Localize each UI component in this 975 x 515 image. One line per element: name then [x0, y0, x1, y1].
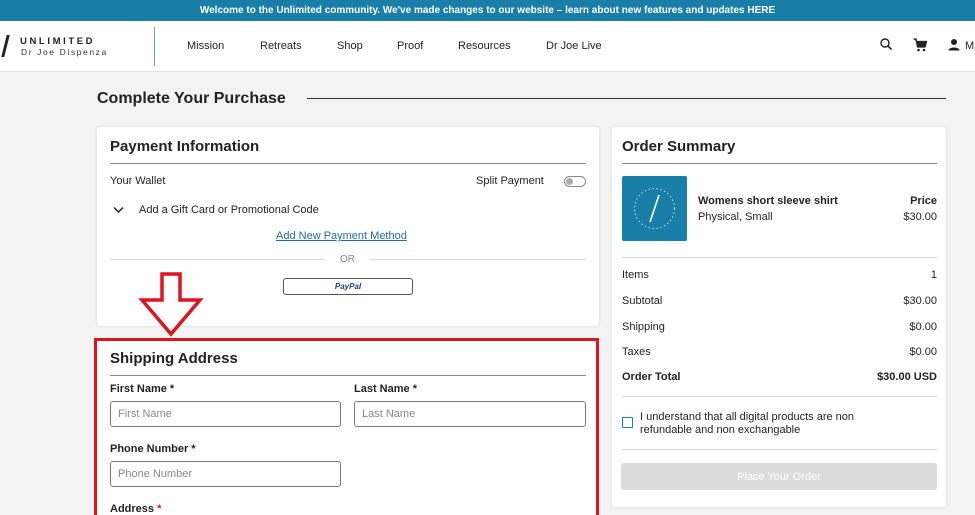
price-label: Price	[910, 195, 937, 207]
announcement-banner[interactable]: Welcome to the Unlimited community. We'v…	[0, 0, 975, 21]
order-summary-rule	[622, 163, 937, 164]
logo-slash	[1, 35, 10, 57]
split-payment-toggle[interactable]	[564, 176, 586, 187]
subtotal-label: Subtotal	[622, 295, 663, 307]
title-rule	[307, 98, 946, 99]
address-label: Address *	[110, 503, 161, 515]
consent-text-line2: refundable and non exchangable	[640, 424, 801, 436]
product-logo-icon	[634, 188, 675, 229]
first-name-label: First Name *	[110, 383, 175, 395]
page-title: Complete Your Purchase	[97, 90, 286, 107]
chevron-down-icon[interactable]	[113, 206, 124, 214]
nav-item-mission[interactable]: Mission	[187, 40, 224, 52]
product-name[interactable]: Womens short sleeve shirt	[698, 195, 838, 207]
main-nav: UNLIMITED Dr Joe Dispenza Mission Retrea…	[0, 21, 975, 72]
product-price: $30.00	[903, 211, 937, 223]
order-total-value: $30.00 USD	[877, 371, 937, 383]
toggle-knob	[566, 178, 573, 185]
shipping-title-rule	[110, 375, 586, 376]
nav-item-shop[interactable]: Shop	[337, 40, 363, 52]
address-label-text: Address	[110, 503, 155, 515]
taxes-label: Taxes	[622, 346, 651, 358]
last-name-field[interactable]	[354, 401, 586, 427]
or-divider-left	[110, 259, 325, 260]
nav-item-dr-joe-live[interactable]: Dr Joe Live	[546, 40, 602, 52]
summary-divider-final	[622, 449, 937, 450]
paypal-button[interactable]: PayPal	[283, 278, 413, 295]
required-mark: *	[157, 503, 162, 515]
payment-title-rule	[110, 163, 586, 164]
summary-divider-top	[622, 257, 937, 258]
consent-checkbox[interactable]	[622, 417, 633, 428]
shipping-label: Shipping	[622, 321, 665, 333]
user-icon[interactable]	[948, 38, 960, 52]
wallet-label: Your Wallet	[110, 175, 166, 187]
items-value: 1	[930, 269, 937, 281]
split-payment-label: Split Payment	[476, 175, 544, 187]
payment-title: Payment Information	[110, 138, 260, 155]
account-label[interactable]: M	[965, 40, 974, 52]
phone-number-field[interactable]	[110, 461, 341, 487]
or-divider-right	[370, 259, 586, 260]
nav-item-retreats[interactable]: Retreats	[260, 40, 302, 52]
annotation-arrow-down	[138, 272, 204, 337]
phone-number-label: Phone Number *	[110, 443, 196, 455]
taxes-value: $0.00	[909, 346, 937, 358]
subtotal-value: $30.00	[903, 295, 937, 307]
summary-divider-bottom	[622, 396, 937, 397]
order-summary-title: Order Summary	[622, 138, 736, 155]
product-thumbnail[interactable]	[622, 176, 687, 241]
or-label: OR	[340, 254, 355, 265]
add-payment-method-link[interactable]: Add New Payment Method	[276, 230, 407, 242]
consent-text-line1: I understand that all digital products a…	[640, 411, 855, 423]
place-order-button[interactable]: Place Your Order	[621, 463, 937, 490]
cart-icon[interactable]	[913, 38, 927, 52]
shipping-value: $0.00	[909, 321, 937, 333]
nav-divider	[154, 27, 155, 66]
logo-subtitle: Dr Joe Dispenza	[21, 47, 108, 57]
nav-item-proof[interactable]: Proof	[397, 40, 423, 52]
shipping-title: Shipping Address	[110, 350, 238, 367]
nav-item-resources[interactable]: Resources	[458, 40, 511, 52]
first-name-field[interactable]	[110, 401, 341, 427]
product-variant: Physical, Small	[698, 211, 773, 223]
search-icon[interactable]	[880, 38, 892, 52]
logo[interactable]: UNLIMITED	[20, 36, 95, 47]
items-label: Items	[622, 269, 649, 281]
gift-card-toggle[interactable]: Add a Gift Card or Promotional Code	[139, 204, 319, 216]
last-name-label: Last Name *	[354, 383, 417, 395]
order-total-label: Order Total	[622, 371, 681, 383]
